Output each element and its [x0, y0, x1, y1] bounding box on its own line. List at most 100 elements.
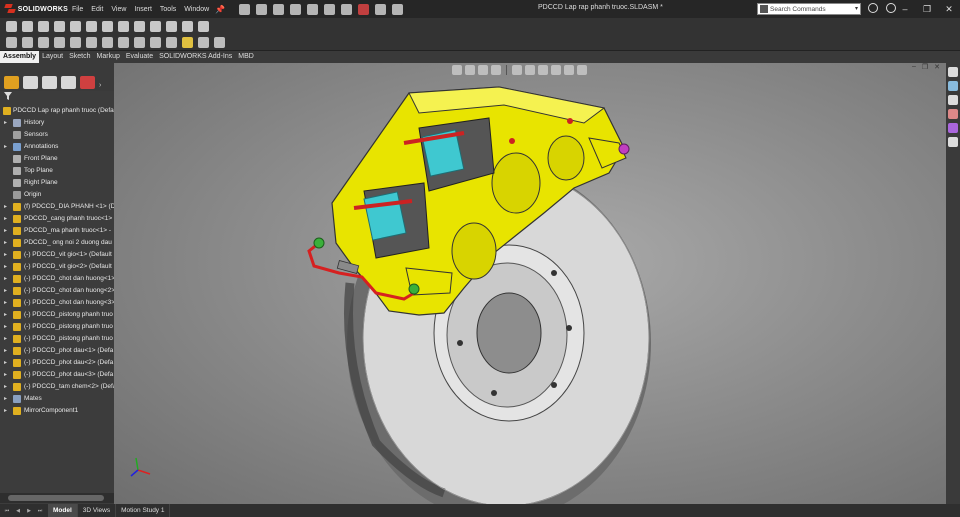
menu-view[interactable]: View — [111, 6, 126, 13]
menu-file[interactable]: File — [72, 6, 83, 13]
save-icon[interactable] — [290, 3, 302, 15]
tab-addins[interactable]: SOLIDWORKS Add-Ins — [156, 51, 235, 63]
measure-icon[interactable] — [118, 37, 129, 48]
menu-insert[interactable]: Insert — [134, 6, 152, 13]
copy-with-mates-icon[interactable] — [38, 37, 49, 48]
new-document-icon[interactable] — [256, 3, 268, 15]
tree-item[interactable]: ▸ (-) PDCCD_phot dau<2> (Defa — [0, 357, 114, 369]
panel-more-icon[interactable]: › — [99, 82, 101, 89]
feature-manager-tab-icon[interactable] — [4, 76, 19, 89]
tree-item[interactable]: ▸ (-) PDCCD_phot dau<1> (Defa — [0, 345, 114, 357]
next-tab-icon[interactable]: ▶ — [24, 508, 34, 514]
tab-model[interactable]: Model — [48, 504, 78, 517]
tree-item[interactable]: ▸ PDCCD_ma phanh truoc<1> - — [0, 225, 114, 237]
component-preview-icon[interactable] — [38, 21, 49, 32]
expand-arrow-icon[interactable]: ▸ — [4, 381, 7, 393]
solidworks-logo[interactable]: SOLIDWORKS — [0, 4, 68, 14]
expand-arrow-icon[interactable]: ▸ — [4, 117, 7, 129]
user-account-icon[interactable] — [868, 3, 878, 13]
insert-component-icon[interactable] — [6, 21, 17, 32]
solidworks-resources-icon[interactable] — [948, 67, 958, 77]
tab-motion-study[interactable]: Motion Study 1 — [116, 504, 171, 517]
tree-item[interactable]: ▸ Annotations — [0, 141, 114, 153]
filter-icon[interactable] — [4, 92, 12, 100]
compare-documents-icon[interactable] — [214, 37, 225, 48]
previous-tab-icon[interactable]: ◀ — [13, 508, 23, 514]
tree-item[interactable]: ▸ MirrorComponent1 — [0, 405, 114, 417]
home-icon[interactable] — [239, 3, 251, 15]
tree-item[interactable]: ▸ (f) PDCCD_DIA PHANH <1> (D — [0, 201, 114, 213]
performance-evaluation-icon[interactable] — [182, 37, 193, 48]
menu-edit[interactable]: Edit — [91, 6, 103, 13]
tree-item[interactable]: ▸ History — [0, 117, 114, 129]
show-hidden-icon[interactable] — [102, 21, 113, 32]
graphics-area[interactable]: – ❐ ✕ — [114, 63, 946, 504]
view-palette-icon[interactable] — [948, 109, 958, 119]
chevron-down-icon[interactable]: ▾ — [855, 5, 858, 12]
tree-item[interactable]: ▸ (-) PDCCD_chot dan huong<3> — [0, 297, 114, 309]
tree-item[interactable]: Sensors — [0, 129, 114, 141]
expand-arrow-icon[interactable]: ▸ — [4, 249, 7, 261]
dimxpert-tab-icon[interactable] — [61, 76, 76, 89]
scrollbar-thumb[interactable] — [8, 495, 104, 501]
new-motion-study-icon[interactable] — [150, 21, 161, 32]
display-manager-tab-icon[interactable] — [80, 76, 95, 89]
tree-item[interactable]: Front Plane — [0, 153, 114, 165]
linear-pattern-icon[interactable] — [54, 21, 65, 32]
options-gear-icon[interactable] — [392, 3, 404, 15]
file-properties-icon[interactable] — [375, 3, 387, 15]
tree-item[interactable]: ▸ (-) PDCCD_pistong phanh truo — [0, 321, 114, 333]
interference-detection-icon[interactable] — [70, 37, 81, 48]
custom-properties-icon[interactable] — [948, 137, 958, 147]
tree-item[interactable]: ▸ (-) PDCCD_chot dan huong<2> — [0, 285, 114, 297]
tab-layout[interactable]: Layout — [39, 51, 66, 63]
expand-arrow-icon[interactable]: ▸ — [4, 225, 7, 237]
expand-arrow-icon[interactable]: ▸ — [4, 345, 7, 357]
tab-sketch[interactable]: Sketch — [66, 51, 93, 63]
expand-arrow-icon[interactable]: ▸ — [4, 333, 7, 345]
screen-capture-icon[interactable] — [198, 37, 209, 48]
expand-arrow-icon[interactable]: ▸ — [4, 273, 7, 285]
tab-mbd[interactable]: MBD — [235, 51, 257, 63]
tree-item[interactable]: ▸ Mates — [0, 393, 114, 405]
section-properties-icon[interactable] — [150, 37, 161, 48]
expand-arrow-icon[interactable]: ▸ — [4, 297, 7, 309]
hole-alignment-icon[interactable] — [102, 37, 113, 48]
configuration-manager-tab-icon[interactable] — [42, 76, 57, 89]
open-folder-icon[interactable] — [273, 3, 285, 15]
expand-arrow-icon[interactable]: ▸ — [4, 357, 7, 369]
file-explorer-icon[interactable] — [948, 95, 958, 105]
tree-item[interactable]: Top Plane — [0, 165, 114, 177]
select-arrow-icon[interactable] — [341, 3, 353, 15]
brake-assembly-model[interactable] — [114, 63, 946, 504]
tree-item[interactable]: ▸ (-) PDCCD_chot dan huong<1> — [0, 273, 114, 285]
edit-component-icon[interactable] — [6, 37, 17, 48]
check-icon[interactable] — [166, 37, 177, 48]
menu-window[interactable]: Window — [184, 6, 209, 13]
panel-scrollbar[interactable] — [0, 493, 114, 503]
mirror-components-icon[interactable] — [54, 37, 65, 48]
undo-icon[interactable] — [324, 3, 336, 15]
close-button[interactable]: ✕ — [938, 0, 960, 18]
expand-arrow-icon[interactable]: ▸ — [4, 309, 7, 321]
tree-item[interactable]: ▸ (-) PDCCD_pistong phanh truo — [0, 333, 114, 345]
expand-arrow-icon[interactable]: ▸ — [4, 393, 7, 405]
tree-item[interactable]: ▸ PDCCD_cang phanh truoc<1> - — [0, 213, 114, 225]
tree-item[interactable]: ▸ PDCCD_ ong noi 2 duong dau — [0, 237, 114, 249]
tree-item[interactable]: ▸ (-) PDCCD_pistong phanh truo — [0, 309, 114, 321]
assembly-features-icon[interactable] — [118, 21, 129, 32]
expand-arrow-icon[interactable]: ▸ — [4, 213, 7, 225]
expand-arrow-icon[interactable]: ▸ — [4, 261, 7, 273]
instant3d-icon[interactable] — [198, 21, 209, 32]
expand-arrow-icon[interactable]: ▸ — [4, 369, 7, 381]
tab-assembly[interactable]: Assembly — [0, 51, 40, 63]
mass-properties-icon[interactable] — [134, 37, 145, 48]
smart-fasteners-icon[interactable] — [70, 21, 81, 32]
last-tab-icon[interactable]: ⏭ — [35, 508, 45, 514]
tab-3d-views[interactable]: 3D Views — [78, 504, 117, 517]
design-library-icon[interactable] — [948, 81, 958, 91]
minimize-button[interactable]: – — [894, 0, 916, 18]
move-component-icon[interactable] — [86, 21, 97, 32]
appearances-icon[interactable] — [948, 123, 958, 133]
exploded-view-icon[interactable] — [182, 21, 193, 32]
